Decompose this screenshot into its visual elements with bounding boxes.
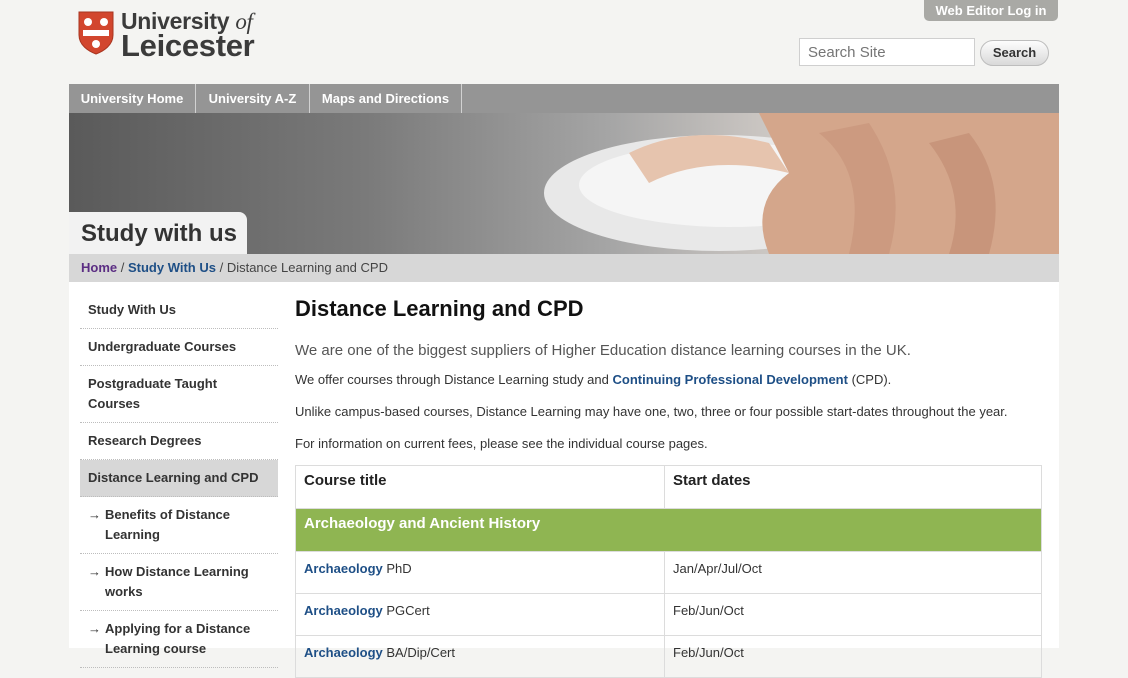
sidebar-subitem-label: Benefits of Distance Learning [105,507,230,542]
nav-university-a-z[interactable]: University A-Z [196,84,310,113]
content-area: Study With Us Undergraduate Courses Post… [69,282,1059,678]
nav-maps-directions[interactable]: Maps and Directions [310,84,462,113]
sidebar-item-study-with-us[interactable]: Study With Us [80,292,278,329]
search-input[interactable] [799,38,975,66]
sidebar-subitem-applying[interactable]: → Applying for a Distance Learning cours… [80,611,278,668]
courses-table: Course title Start dates Archaeology and… [295,465,1042,678]
shield-crest-icon [78,11,114,55]
logo-text-leicester: Leicester [121,28,255,63]
arrow-right-icon: → [88,507,101,522]
nav-university-home[interactable]: University Home [69,84,196,113]
start-dates-cell: Jan/Apr/Jul/Oct [664,551,1042,594]
search-button[interactable]: Search [980,40,1049,66]
sidebar-subitem-how-it-works[interactable]: → How Distance Learning works [80,554,278,611]
breadcrumb-current: Distance Learning and CPD [226,260,388,275]
fees-paragraph: For information on current fees, please … [295,436,708,451]
arrow-right-icon: → [88,564,101,579]
table-header-row: Course title Start dates [295,465,1042,509]
course-cell: Archaeology PGCert [295,593,665,636]
sidebar-item-distance-learning[interactable]: Distance Learning and CPD [80,460,278,497]
table-row: Archaeology PhD Jan/Apr/Jul/Oct [295,551,1042,594]
sidebar-item-research-degrees[interactable]: Research Degrees [80,423,278,460]
course-link[interactable]: Archaeology [304,603,383,618]
breadcrumb-separator: / [215,260,227,275]
start-dates-paragraph: Unlike campus-based courses, Distance Le… [295,404,1008,419]
table-group-row: Archaeology and Ancient History [295,508,1042,552]
university-logo[interactable]: University of Leicester [78,8,278,63]
sidebar-item-postgraduate-taught[interactable]: Postgraduate Taught Courses [80,366,278,423]
group-label: Archaeology and Ancient History [295,508,1042,552]
web-editor-login-button[interactable]: Web Editor Log in [924,0,1058,21]
breadcrumb-study-with-us[interactable]: Study With Us [128,260,216,275]
column-header-start-dates: Start dates [664,465,1042,509]
arrow-right-icon: → [88,621,101,636]
breadcrumb: Home / Study With Us / Distance Learning… [69,254,1059,282]
course-cell: Archaeology BA/Dip/Cert [295,635,665,678]
sidebar-subitem-label: Applying for a Distance Learning course [105,621,251,656]
page-title: Distance Learning and CPD [295,296,584,321]
course-cell: Archaeology PhD [295,551,665,594]
start-dates-cell: Feb/Jun/Oct [664,593,1042,636]
breadcrumb-home[interactable]: Home [81,260,117,275]
offer-paragraph: We offer courses through Distance Learni… [295,372,892,387]
start-dates-cell: Feb/Jun/Oct [664,635,1042,678]
sidebar-item-undergraduate[interactable]: Undergraduate Courses [80,329,278,366]
breadcrumb-separator: / [117,260,128,275]
banner-title-box: Study with us [69,212,247,254]
course-link[interactable]: Archaeology [304,645,383,660]
sidebar-subitem-label: How Distance Learning works [105,564,249,599]
main-content: Distance Learning and CPD We are one of … [295,296,1043,678]
hero-banner: Study with us [69,113,1059,254]
table-row: Archaeology PGCert Feb/Jun/Oct [295,593,1042,636]
sidebar-subitem-benefits[interactable]: → Benefits of Distance Learning [80,497,278,554]
banner-title: Study with us [81,220,237,247]
side-navigation: Study With Us Undergraduate Courses Post… [80,292,278,668]
cpd-link[interactable]: Continuing Professional Development [612,372,847,387]
intro-lead: We are one of the biggest suppliers of H… [295,342,911,359]
top-navigation: University Home University A-Z Maps and … [69,84,1059,113]
table-row: Archaeology BA/Dip/Cert Feb/Jun/Oct [295,635,1042,678]
column-header-course-title: Course title [295,465,665,509]
course-link[interactable]: Archaeology [304,561,383,576]
